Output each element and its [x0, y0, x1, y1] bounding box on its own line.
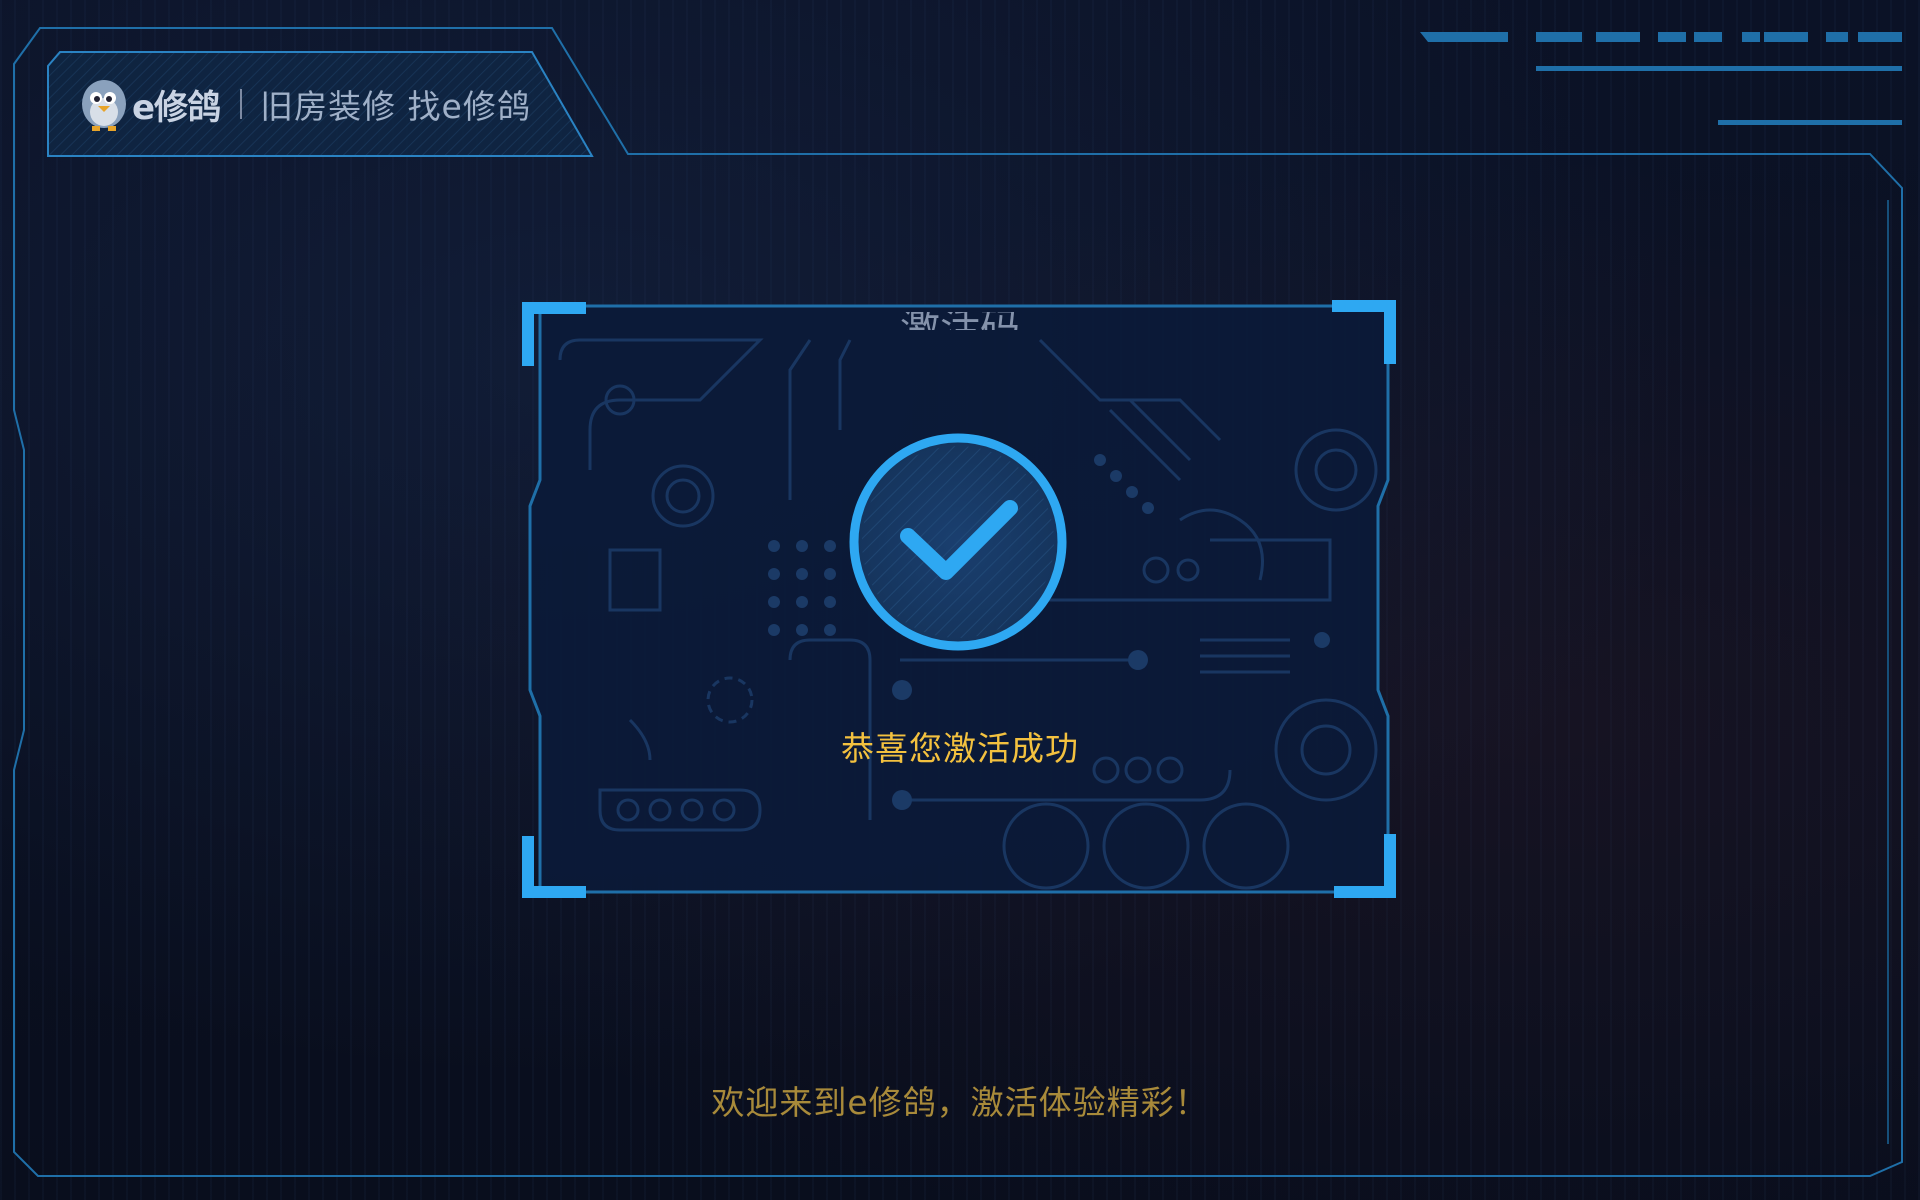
welcome-message: 欢迎来到e修鸽，激活体验精彩！	[711, 1083, 1209, 1122]
brand-name: e修鸽	[132, 87, 221, 128]
pigeon-mascot-icon	[82, 80, 126, 131]
check-circle-icon	[849, 433, 1067, 651]
success-message: 恭喜您激活成功	[841, 729, 1079, 768]
slogan: 旧房装修 找e修鸽	[260, 87, 531, 126]
logo-divider	[240, 89, 243, 119]
hud-frame	[13, 27, 1903, 1177]
top-right-decoration	[1420, 32, 1902, 125]
dialog-title: 激活码	[860, 312, 1060, 330]
brand-logo[interactable]: e修鸽 旧房装修 找e修鸽	[78, 74, 531, 134]
